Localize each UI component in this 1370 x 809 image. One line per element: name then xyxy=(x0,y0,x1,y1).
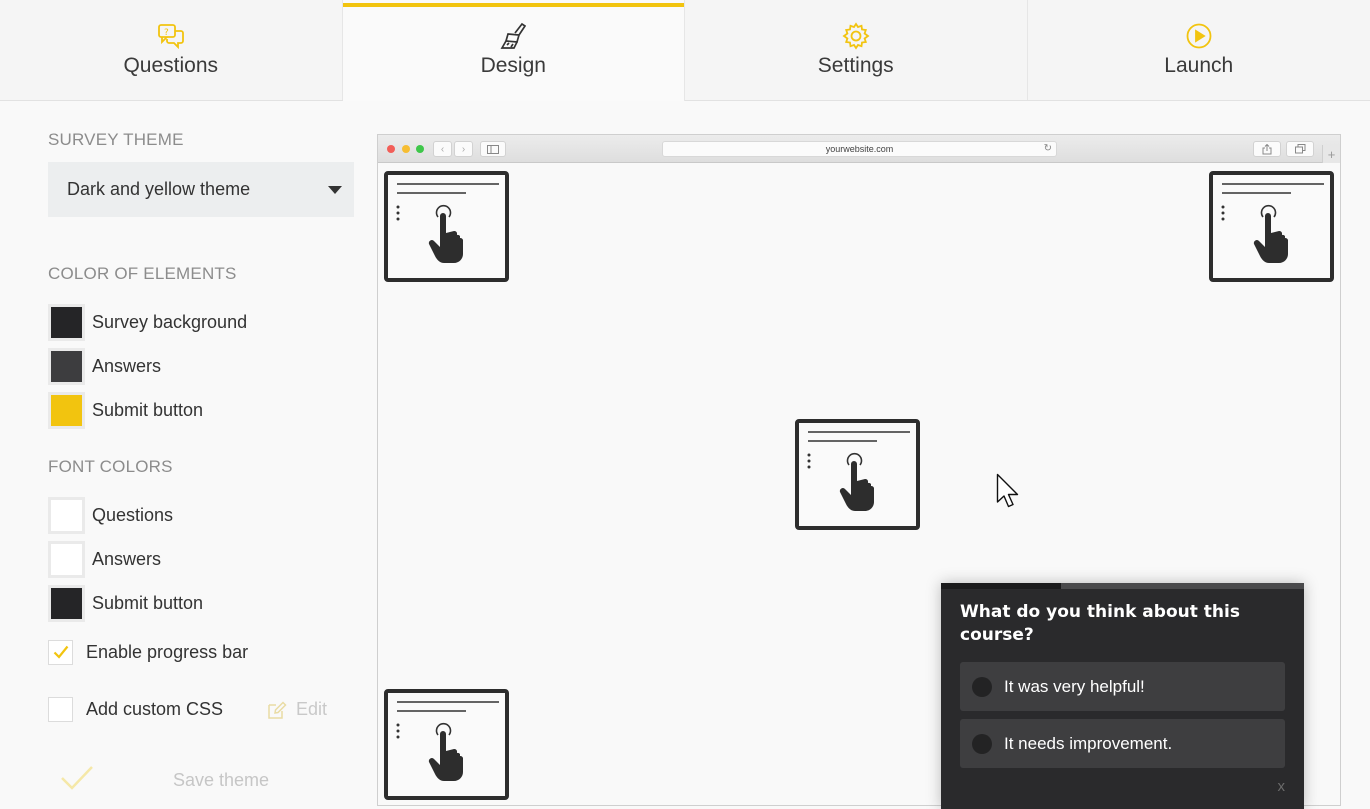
survey-answer-option[interactable]: It was very helpful! xyxy=(960,662,1285,711)
checkmark-icon xyxy=(61,766,93,790)
reload-icon[interactable]: ↻ xyxy=(1044,143,1052,154)
tap-trigger-bottom-left xyxy=(384,689,509,800)
tap-hand-icon xyxy=(807,431,910,511)
answer-label: It was very helpful! xyxy=(1004,676,1145,696)
gear-icon xyxy=(842,22,870,50)
radio-button[interactable] xyxy=(972,676,992,697)
theme-select-value: Dark and yellow theme xyxy=(67,179,251,199)
paintbrush-icon xyxy=(499,22,527,50)
survey-theme-heading: SURVEY THEME xyxy=(48,130,184,149)
color-row-label: Survey background xyxy=(92,311,248,332)
color-swatch[interactable] xyxy=(48,391,85,429)
tap-trigger-top-right xyxy=(1209,171,1334,282)
theme-select[interactable]: Dark and yellow theme xyxy=(48,162,354,217)
color-row-submit-button[interactable]: Submit button xyxy=(48,391,203,429)
font-color-row-questions[interactable]: Questions xyxy=(48,496,173,534)
color-elements-heading: COLOR OF ELEMENTS xyxy=(48,264,237,283)
survey-close-button[interactable]: x xyxy=(1278,778,1286,795)
radio-button[interactable] xyxy=(972,733,992,754)
color-swatch[interactable] xyxy=(48,584,85,622)
custom-css-label: Add custom CSS xyxy=(86,698,224,719)
browser-toolbar: ‹ › yourwebsite.com ↻ + xyxy=(378,135,1340,163)
play-circle-icon xyxy=(1185,22,1213,50)
tap-hand-icon xyxy=(1221,183,1324,263)
sidebar-icon[interactable] xyxy=(480,141,506,157)
pencil-icon xyxy=(268,700,287,719)
color-row-survey-background[interactable]: Survey background xyxy=(48,303,247,341)
enable-progress-bar-option[interactable]: Enable progress bar xyxy=(48,639,248,665)
font-color-row-submit-button[interactable]: Submit button xyxy=(48,584,203,622)
custom-css-option[interactable]: Add custom CSS xyxy=(48,696,223,722)
color-row-label: Answers xyxy=(92,548,162,569)
color-row-label: Submit button xyxy=(92,399,204,420)
tab-questions[interactable]: ? Questions xyxy=(0,0,343,100)
tab-launch[interactable]: Launch xyxy=(1028,0,1370,100)
color-row-label: Answers xyxy=(92,355,162,376)
tab-settings[interactable]: Settings xyxy=(685,0,1028,100)
save-theme-button[interactable]: Save theme xyxy=(173,770,269,791)
font-color-row-answers[interactable]: Answers xyxy=(48,540,161,578)
edit-css-button[interactable]: Edit xyxy=(267,699,327,720)
svg-text:?: ? xyxy=(164,28,169,38)
new-tab-icon[interactable]: + xyxy=(1322,145,1340,163)
enable-progress-bar-checkbox[interactable] xyxy=(48,639,73,665)
custom-css-checkbox[interactable] xyxy=(48,696,73,722)
close-dot-icon xyxy=(387,145,395,153)
back-arrow-icon[interactable]: ‹ xyxy=(433,141,452,157)
tab-label: Questions xyxy=(123,54,219,77)
color-row-label: Submit button xyxy=(92,592,204,613)
maximize-dot-icon xyxy=(416,145,424,153)
color-row-label: Questions xyxy=(92,504,174,525)
tap-trigger-top-left xyxy=(384,171,509,282)
tab-label: Launch xyxy=(1164,54,1234,77)
share-icon[interactable] xyxy=(1253,141,1281,157)
answer-label: It needs improvement. xyxy=(1004,733,1173,753)
forward-arrow-icon[interactable]: › xyxy=(454,141,473,157)
color-swatch[interactable] xyxy=(48,540,85,578)
tab-label: Settings xyxy=(817,54,894,77)
edit-label: Edit xyxy=(296,699,328,719)
color-swatch[interactable] xyxy=(48,303,85,341)
mouse-pointer-icon xyxy=(996,473,1022,518)
tap-hand-icon xyxy=(396,701,499,781)
tab-bar: ? Questions Design Settings Launch xyxy=(0,0,1370,101)
color-swatch[interactable] xyxy=(48,496,85,534)
tap-trigger-center xyxy=(795,419,920,530)
tabs-overview-icon[interactable] xyxy=(1286,141,1314,157)
font-colors-heading: FONT COLORS xyxy=(48,457,173,476)
caret-down-icon xyxy=(328,186,342,194)
tap-hand-icon xyxy=(396,183,499,263)
tab-design[interactable]: Design xyxy=(342,0,685,101)
survey-widget: What do you think about this course? It … xyxy=(941,583,1304,809)
survey-question: What do you think about this course? xyxy=(960,602,1240,645)
progress-bar xyxy=(941,583,1304,589)
checkmark-icon xyxy=(53,645,68,659)
color-row-answers[interactable]: Answers xyxy=(48,347,161,385)
design-panel: SURVEY THEME Dark and yellow theme COLOR… xyxy=(48,101,358,809)
enable-progress-bar-label: Enable progress bar xyxy=(86,641,249,662)
save-check-icon[interactable] xyxy=(60,765,94,791)
color-swatch[interactable] xyxy=(48,347,85,385)
url-text: yourwebsite.com xyxy=(825,144,894,154)
survey-answer-option[interactable]: It needs improvement. xyxy=(960,719,1285,768)
minimize-dot-icon xyxy=(402,145,410,153)
progress-bar-fill xyxy=(941,583,1061,589)
chat-questions-icon: ? xyxy=(157,22,185,50)
url-bar[interactable]: yourwebsite.com ↻ xyxy=(662,141,1057,157)
tab-label: Design xyxy=(480,54,546,77)
